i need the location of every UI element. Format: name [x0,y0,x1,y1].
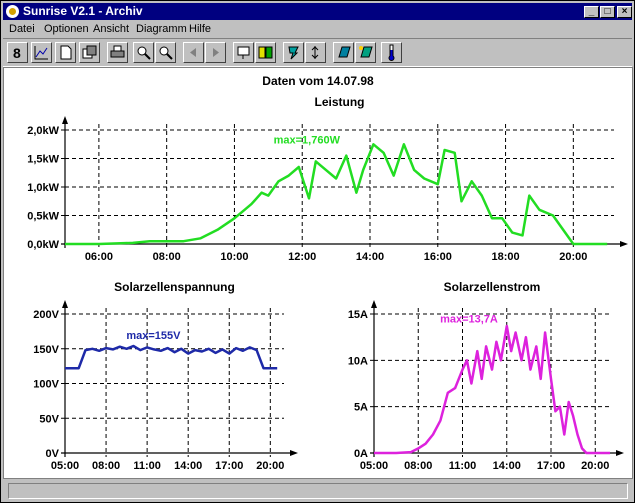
y-axis-arrow-2 [371,300,377,308]
x-tick-label-1-2: 11:00 [133,460,161,472]
x-tick-label-2-0: 05:00 [360,460,388,472]
windows-icon[interactable] [79,42,100,63]
x-tick-label-2-1: 08:00 [404,460,432,472]
svg-text:8: 8 [13,45,21,60]
x-tick-label-0-4: 14:00 [356,251,384,263]
x-tick-label-1-1: 08:00 [92,460,120,472]
chart-title-2: Solarzellenstrom [444,280,541,294]
x-tick-label-1-0: 05:00 [51,460,79,472]
y-tick-label-2-2: 10A [348,355,368,367]
charts-canvas: Daten vom 14.07.98 Leistung 0,0kW 0,5kW 1,0… [27,74,628,472]
y-tick-label-0-4: 2,0kW [27,125,59,137]
x-tick-label-2-2: 11:00 [449,460,477,472]
x-tick-label-1-3: 14:00 [174,460,202,472]
y-tick-label-0-1: 0,5kW [27,211,59,223]
x-tick-label-1-5: 20:00 [256,460,284,472]
solar-panel-icon[interactable] [333,42,354,63]
zoom-out-icon[interactable] [155,42,176,63]
x-tick-label-0-6: 18:00 [491,251,519,263]
menu-optionen[interactable]: Optionen [44,23,89,35]
title-bar[interactable]: Sunrise V2.1 - Archiv _ □ × [3,3,632,20]
toolbar: 8 [3,38,632,67]
y-tick-label-0-0: 0,0kW [27,239,59,251]
y-tick-label-2-3: 15A [348,309,368,321]
info-icon[interactable]: 8 [7,42,28,63]
zoom-in-icon[interactable] [133,42,154,63]
thermometer-icon[interactable] [381,42,402,63]
x-axis-arrow-2 [616,450,624,456]
x-tick-label-1-4: 17:00 [215,460,243,472]
series-line-1-0 [65,344,278,370]
voltage-icon[interactable] [283,42,304,63]
max-annotation-2: max=13,7A [440,313,498,325]
chart-title-1: Solarzellenspannung [114,280,235,294]
x-tick-label-2-3: 14:00 [493,460,521,472]
y-tick-label-1-3: 150V [33,344,59,356]
x-tick-label-0-5: 16:00 [424,251,452,263]
max-annotation-1: max=155V [126,330,181,342]
window-title: Sunrise V2.1 - Archiv [23,4,143,18]
maximize-button[interactable]: □ [600,6,615,18]
menu-ansicht[interactable]: Ansicht [93,23,129,35]
y-tick-label-2-1: 5A [354,402,368,414]
y-tick-label-1-0: 0V [46,448,60,460]
x-tick-label-2-5: 20:00 [581,460,609,472]
x-tick-label-0-7: 20:00 [559,251,587,263]
x-axis-arrow-0 [620,241,628,247]
y-tick-label-0-2: 1,0kW [27,182,59,194]
y-tick-label-1-2: 100V [33,379,59,391]
chart-area: Daten vom 14.07.98 Leistung 0,0kW 0,5kW 1,0… [3,67,633,479]
menu-bar: Datei Optionen Ansicht Diagramm Hilfe [3,21,632,38]
y-tick-label-2-0: 0A [354,448,368,460]
y-axis-arrow-1 [62,300,68,308]
status-pane [8,483,628,499]
series-line-2-0 [374,324,610,455]
panel-icon[interactable] [233,42,254,63]
print-icon[interactable] [107,42,128,63]
back-icon[interactable] [183,42,204,63]
x-axis-arrow-1 [290,450,298,456]
x-tick-label-0-3: 12:00 [288,251,316,263]
y-axis-arrow-0 [62,116,68,124]
solar-panel-alt-icon[interactable] [355,42,376,63]
max-annotation-0: max=1,760W [274,135,341,147]
app-window: Sunrise V2.1 - Archiv _ □ × Datei Option… [0,0,635,503]
x-tick-label-0-0: 06:00 [85,251,113,263]
forward-icon[interactable] [205,42,226,63]
menu-diagramm[interactable]: Diagramm [136,23,187,35]
current-icon[interactable] [305,42,326,63]
sun-icon[interactable] [6,5,19,18]
menu-hilfe[interactable]: Hilfe [189,23,211,35]
y-tick-label-0-3: 1,5kW [27,154,59,166]
y-tick-label-1-4: 200V [33,309,59,321]
minimize-button[interactable]: _ [584,6,599,18]
date-label: Daten vom 14.07.98 [262,74,374,88]
new-icon[interactable] [55,42,76,63]
panels-icon[interactable] [255,42,276,63]
y-tick-label-1-1: 50V [39,413,59,425]
x-tick-label-0-1: 08:00 [153,251,181,263]
menu-datei[interactable]: Datei [9,23,35,35]
status-bar [3,482,632,500]
x-tick-label-2-4: 17:00 [537,460,565,472]
x-tick-label-0-2: 10:00 [220,251,248,263]
series-line-0-0 [65,143,608,246]
chart-icon[interactable] [31,42,52,63]
chart-title-0: Leistung [315,95,365,109]
close-button[interactable]: × [617,6,632,18]
